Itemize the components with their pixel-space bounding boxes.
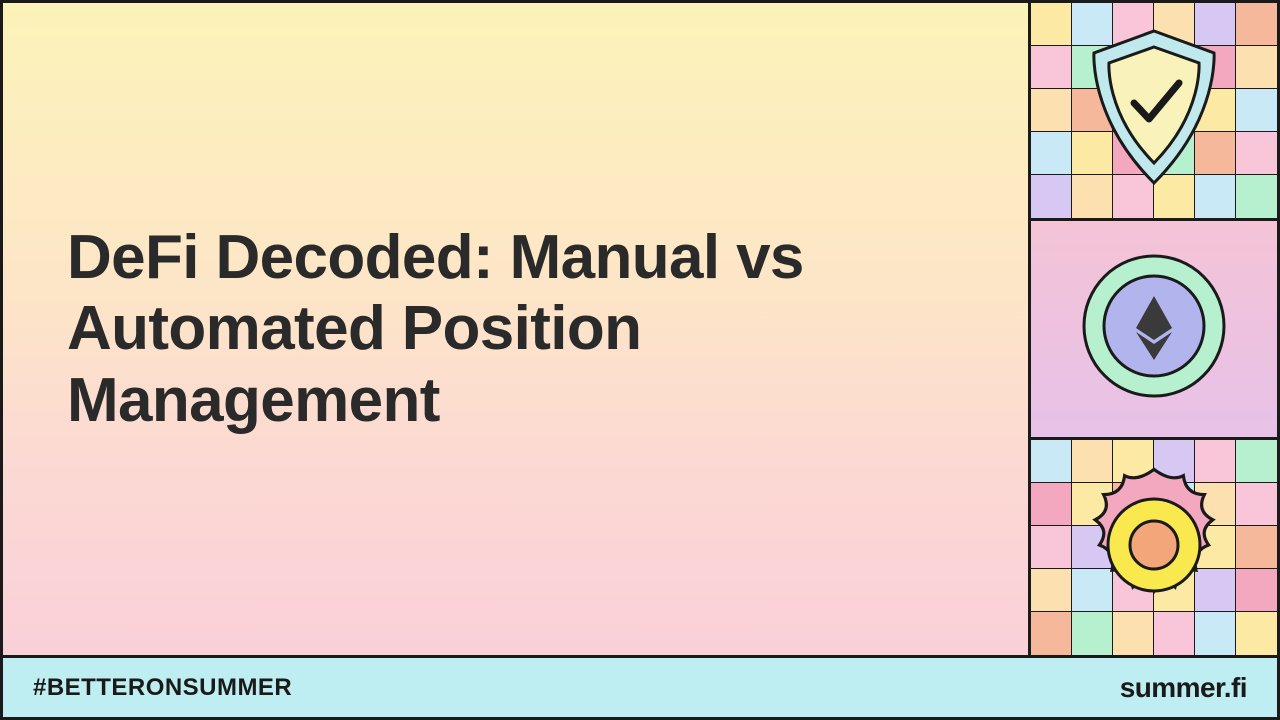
- page-title: DeFi Decoded: Manual vs Automated Positi…: [67, 222, 964, 436]
- upper-row: DeFi Decoded: Manual vs Automated Positi…: [3, 3, 1277, 655]
- shield-check-icon: [1079, 23, 1229, 198]
- footer: #BETTERONSUMMER summer.fi: [3, 655, 1277, 717]
- sidebar-tile-eth: [1031, 221, 1277, 439]
- promo-card: DeFi Decoded: Manual vs Automated Positi…: [0, 0, 1280, 720]
- sidebar-tile-sun: [1031, 440, 1277, 655]
- sidebar: [1031, 3, 1277, 655]
- brand-text: summer.fi: [1120, 672, 1247, 704]
- main-panel: DeFi Decoded: Manual vs Automated Positi…: [3, 3, 1031, 655]
- sun-ring-icon: [1074, 465, 1234, 630]
- hashtag-text: #BETTERONSUMMER: [33, 674, 292, 702]
- ethereum-token-icon: [1080, 252, 1228, 405]
- sidebar-tile-shield: [1031, 3, 1277, 221]
